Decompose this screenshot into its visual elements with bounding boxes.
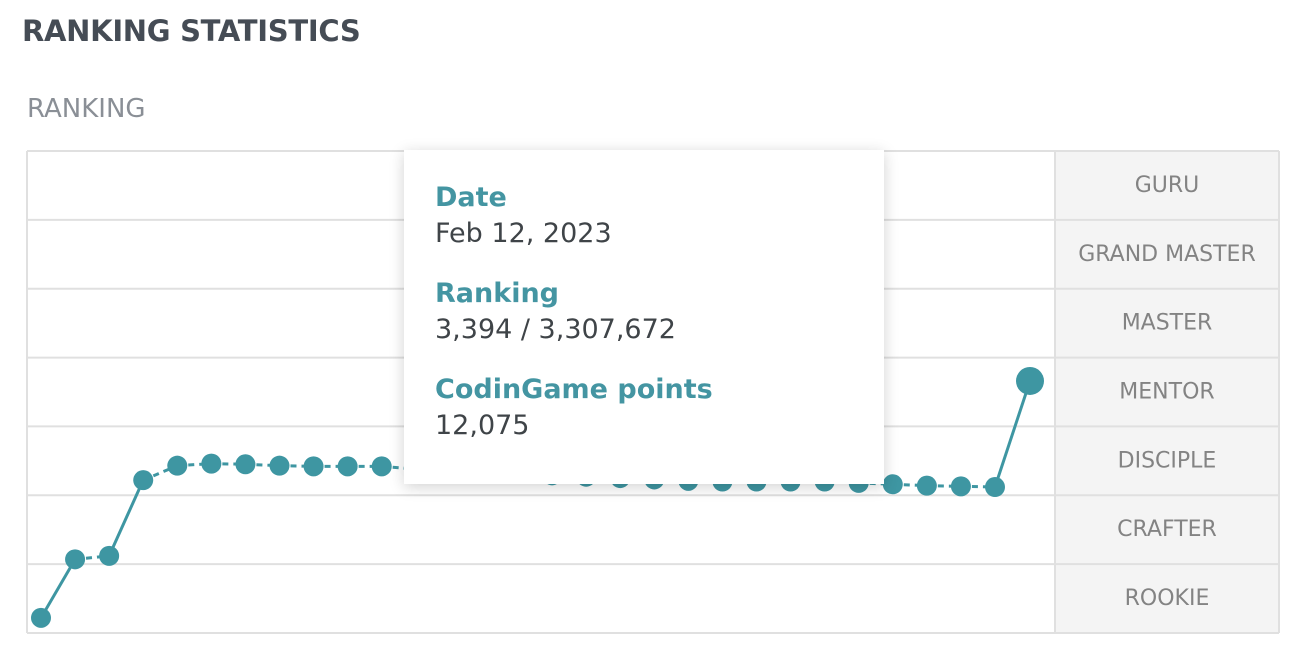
- data-point: [950, 476, 971, 497]
- data-point: [99, 545, 120, 566]
- rank-label-disciple: DISCIPLE: [1118, 448, 1217, 473]
- data-point: [235, 454, 256, 475]
- data-point: [882, 474, 903, 495]
- data-point: [269, 455, 290, 476]
- tooltip-points-value: 12,075: [435, 410, 530, 441]
- data-point: [1016, 366, 1044, 395]
- rank-label-master: MASTER: [1122, 311, 1213, 336]
- data-point: [916, 475, 937, 496]
- chart-tooltip: Date Feb 12, 2023 Ranking 3,394 / 3,307,…: [404, 150, 884, 484]
- data-point: [31, 607, 51, 628]
- series-segment: [993, 380, 1032, 488]
- data-point: [65, 549, 86, 570]
- tooltip-points-label: CodinGame points: [435, 374, 713, 405]
- data-point: [303, 456, 324, 477]
- data-point: [371, 456, 392, 477]
- series-segment: [39, 558, 77, 619]
- data-point: [133, 470, 154, 491]
- rank-label-grand-master: GRAND MASTER: [1078, 242, 1256, 267]
- rank-label-guru: GURU: [1135, 173, 1200, 198]
- data-point: [337, 456, 358, 477]
- series-segment: [107, 479, 145, 557]
- rank-label-crafter: CRAFTER: [1117, 517, 1217, 542]
- data-point: [985, 477, 1005, 498]
- tooltip-date-value: Feb 12, 2023: [435, 218, 612, 249]
- tooltip-ranking-label: Ranking: [435, 278, 559, 309]
- tooltip-ranking-value: 3,394 / 3,307,672: [435, 314, 676, 345]
- data-point: [167, 455, 188, 476]
- data-point: [201, 453, 222, 474]
- rank-label-rookie: ROOKIE: [1125, 586, 1210, 611]
- tooltip-date-label: Date: [435, 182, 507, 213]
- ranking-statistics-panel: RANKING STATISTICS RANKING ROOKIE CRAFTER…: [0, 0, 1290, 656]
- rank-label-mentor: MENTOR: [1119, 380, 1214, 405]
